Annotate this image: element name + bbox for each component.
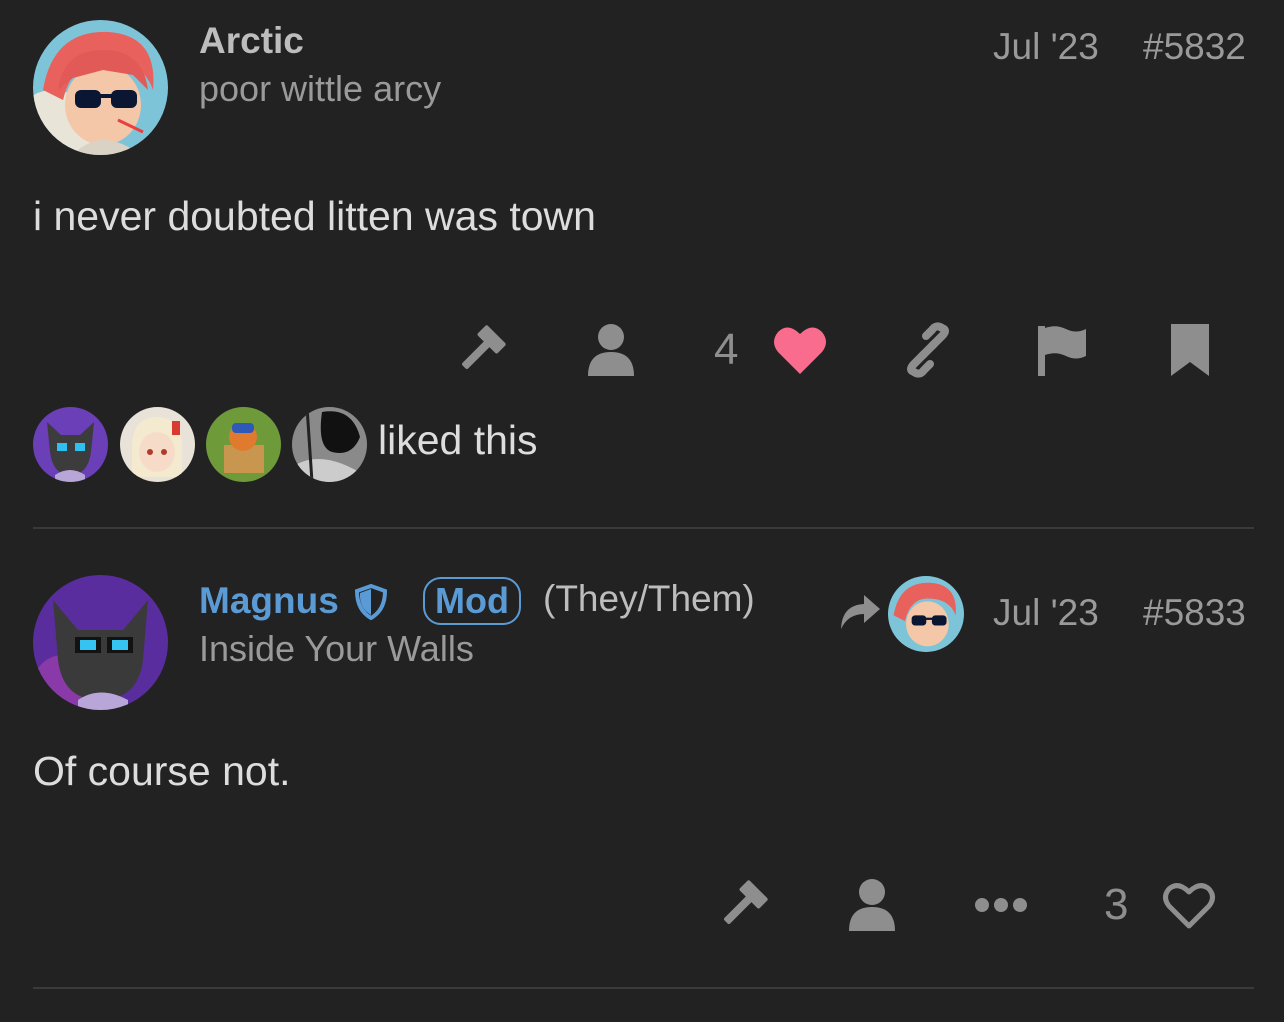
reply-to-avatar[interactable] — [888, 576, 964, 652]
bookmark-icon[interactable] — [1169, 322, 1211, 383]
post-date[interactable]: Jul '23 — [993, 592, 1099, 634]
liked-by-text: liked this — [378, 417, 538, 463]
post-body: i never doubted litten was town — [33, 193, 596, 239]
username[interactable]: Arctic — [199, 20, 304, 62]
heart-filled-icon[interactable] — [772, 324, 828, 381]
liker-avatar-wolf[interactable] — [33, 407, 108, 482]
user-pronouns: (They/Them) — [543, 578, 755, 619]
flag-icon[interactable] — [1036, 322, 1088, 383]
liker-avatar-cat-box[interactable] — [206, 407, 281, 482]
post-date[interactable]: Jul '23 — [993, 26, 1099, 68]
gavel-icon[interactable] — [715, 877, 771, 938]
post-divider — [33, 527, 1254, 529]
user-icon[interactable] — [586, 322, 636, 383]
user-avatar-arctic[interactable] — [33, 20, 168, 155]
post-number[interactable]: #5832 — [1143, 26, 1246, 68]
user-icon[interactable] — [847, 877, 897, 938]
post-number[interactable]: #5833 — [1143, 592, 1246, 634]
shield-icon — [354, 583, 388, 625]
link-icon[interactable] — [900, 322, 956, 383]
user-avatar-magnus[interactable] — [33, 575, 168, 710]
username[interactable]: Magnus — [199, 580, 339, 622]
liker-avatar-monochrome[interactable] — [292, 407, 367, 482]
heart-outline-icon[interactable] — [1161, 880, 1217, 937]
like-count[interactable]: 3 — [1104, 880, 1128, 930]
reply-to-icon[interactable] — [838, 593, 882, 636]
gavel-icon[interactable] — [453, 322, 509, 383]
user-title: poor wittle arcy — [199, 68, 442, 109]
post-divider — [33, 987, 1254, 989]
like-count[interactable]: 4 — [714, 325, 738, 375]
more-options-icon[interactable] — [974, 893, 1028, 922]
mod-badge: Mod — [423, 577, 521, 625]
user-title: Inside Your Walls — [199, 628, 474, 669]
post-body: Of course not. — [33, 748, 291, 794]
liker-avatar-anime-girl[interactable] — [120, 407, 195, 482]
